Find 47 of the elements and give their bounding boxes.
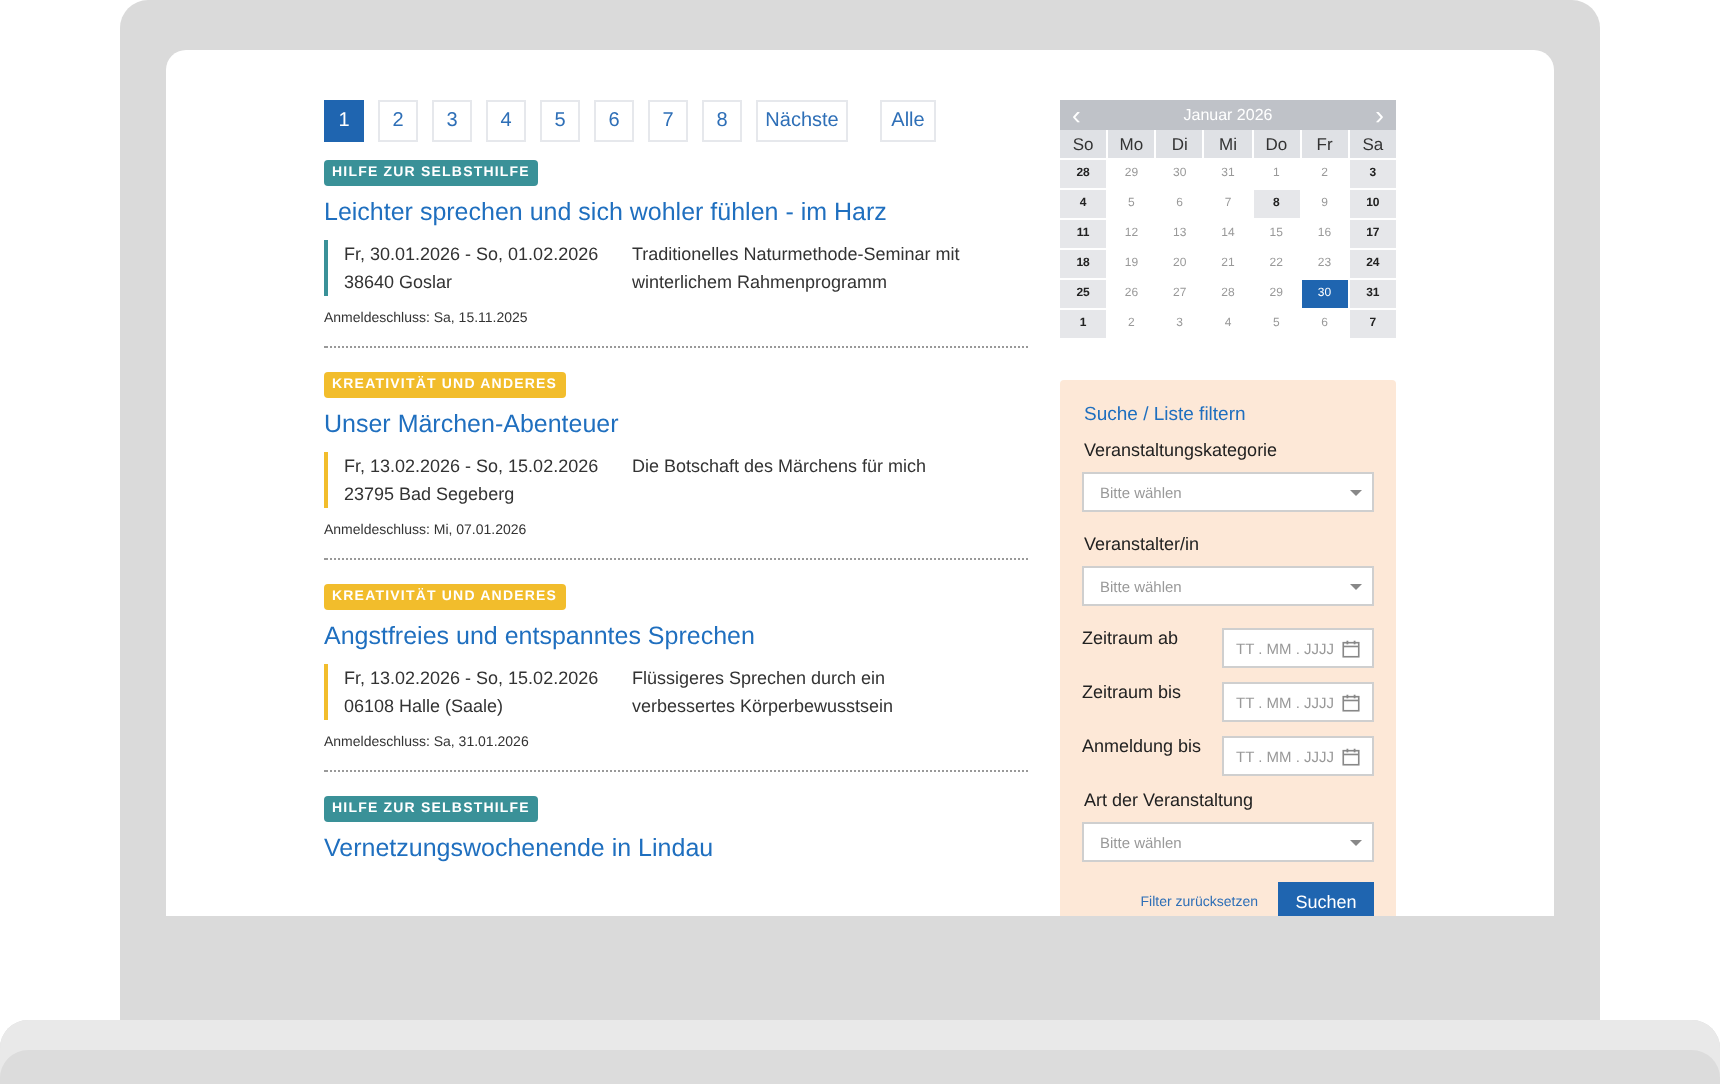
event-dates: Fr, 30.01.2026 - So, 01.02.2026 [344,242,601,268]
all-pages-button[interactable]: Alle [880,100,936,142]
field-label: Anmeldung bis [1082,736,1202,756]
page-button[interactable]: 4 [486,100,526,142]
event-description: Flüssigeres Sprechen durch ein verbessertes Körperbewusstsein [632,666,896,720]
field-label: Veranstalter/in [1084,534,1202,554]
page-button[interactable]: 8 [702,100,742,142]
caret-icon [1350,839,1362,845]
page-button[interactable]: 6 [594,100,634,142]
caret-icon [1350,583,1362,589]
weekday-label: Di [1156,130,1203,158]
weekday-label: Do [1253,130,1300,158]
previous-month-button[interactable]: ‹ [1072,102,1081,128]
calendar-icon [1342,639,1361,657]
event-description: Traditionelles Naturmethode-Seminar mit winterlichem Rahmenprogramm [632,242,962,296]
month-title: Januar 2026 [1183,106,1273,124]
search-button[interactable]: Suchen [1278,882,1374,916]
page-button[interactable]: 5 [540,100,580,142]
event-title-link[interactable]: Vernetzungswochenende in Lindau [324,834,714,862]
field-label: Art der Veranstaltung [1084,790,1256,810]
page-button[interactable]: 3 [432,100,472,142]
event-dates: Fr, 13.02.2026 - So, 15.02.2026 [344,666,601,692]
calendar-icon [1342,747,1361,765]
event-location: 38640 Goslar [344,270,455,296]
caret-icon [1350,489,1362,495]
event-description: Die Botschaft des Märchens für mich [632,454,929,480]
weekday-label: Fr [1301,130,1348,158]
event-title-link[interactable]: Leichter sprechen und sich wohler fühlen - im Harz [324,198,887,226]
event-title-link[interactable]: Unser Märchen-Abenteuer [324,410,619,438]
field-label: Zeitraum ab [1082,628,1179,648]
field-label: Zeitraum bis [1082,682,1182,702]
event-location: 23795 Bad Segeberg [344,482,517,508]
weekday-label: Sa [1349,130,1396,158]
calendar-icon [1342,693,1361,711]
event-title-link[interactable]: Angstfreies und entspanntes Sprechen [324,622,755,650]
next-month-button[interactable]: › [1375,102,1384,128]
page-button[interactable]: 7 [648,100,688,142]
next-page-button[interactable]: Nächste [756,100,848,142]
weekday-label: Mi [1204,130,1252,158]
event-location: 06108 Halle (Saale) [344,694,506,720]
weekday-label: Mo [1108,130,1155,158]
page-button[interactable]: 1 [324,100,364,142]
filter-title: Suche / Liste filtern [1084,404,1248,426]
weekday-label: So [1060,130,1107,158]
field-label: Veranstaltungskategorie [1084,440,1280,460]
event-dates: Fr, 13.02.2026 - So, 15.02.2026 [344,454,601,480]
page-button[interactable]: 2 [378,100,418,142]
